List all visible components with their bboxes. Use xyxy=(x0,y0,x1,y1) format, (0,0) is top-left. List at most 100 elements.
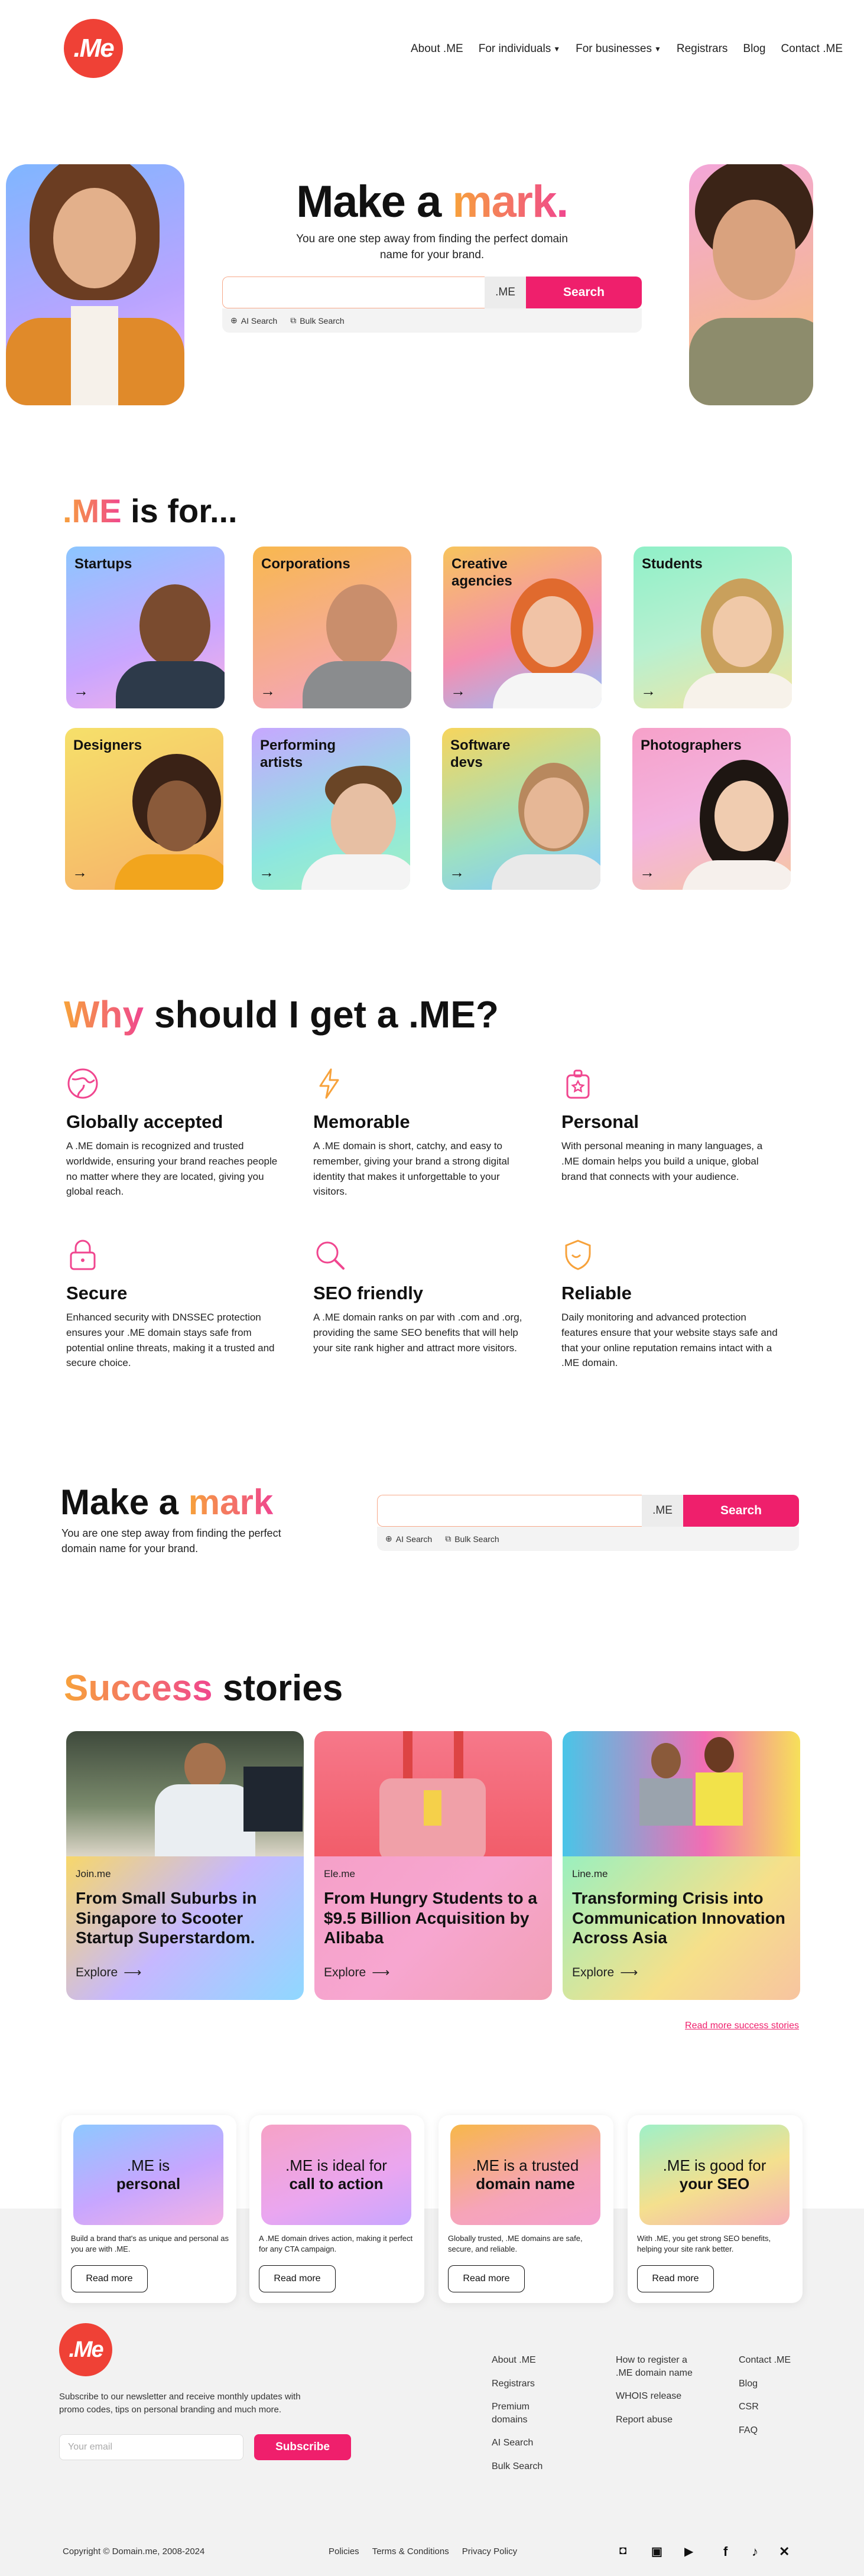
mini-card-banner: .ME is a trusted domain name xyxy=(450,2125,600,2225)
magnifier-icon xyxy=(316,1241,345,1270)
cta-subtitle: You are one step away from finding the p… xyxy=(61,1527,281,1555)
nav-label: Registrars xyxy=(676,43,728,55)
footer-link[interactable]: CSR xyxy=(739,2401,804,2414)
nav-item-about[interactable]: About .ME xyxy=(411,43,463,56)
footer-link[interactable]: Bulk Search xyxy=(492,2460,586,2473)
feature-text: A .ME domain ranks on par with .com and … xyxy=(313,1312,522,1354)
domain-search-input[interactable] xyxy=(222,277,485,308)
audience-card-photographers[interactable]: Photographers → xyxy=(632,728,791,890)
mini-card-text: With .ME, you get strong SEO benefits, h… xyxy=(637,2234,771,2254)
linkedin-icon[interactable]: ▣ xyxy=(651,2544,662,2559)
explore-link[interactable]: Explore ⟶ xyxy=(76,1965,141,1980)
story-card-eleme[interactable]: Ele.me From Hungry Students to a $9.5 Bi… xyxy=(314,1731,552,2000)
read-more-button[interactable]: Read more xyxy=(259,2265,336,2292)
domain-search-input[interactable] xyxy=(377,1495,642,1527)
long-arrow-icon: ⟶ xyxy=(124,1966,142,1979)
face-shape xyxy=(713,200,795,300)
story-photo xyxy=(563,1731,800,1856)
footer-link[interactable]: WHOIS release xyxy=(616,2390,704,2403)
section-title-me-is-for: .ME is for... xyxy=(63,492,238,530)
title-rest: Make a xyxy=(60,1482,189,1522)
explore-link[interactable]: Explore ⟶ xyxy=(324,1965,389,1980)
explore-link[interactable]: Explore ⟶ xyxy=(572,1965,638,1980)
footer-link[interactable]: How to register a .ME domain name xyxy=(616,2354,704,2379)
feature-secure: Secure Enhanced security with DNSSEC pro… xyxy=(66,1238,285,1371)
ai-search-link[interactable]: ⊕ AI Search xyxy=(230,316,277,326)
nav-item-blog[interactable]: Blog xyxy=(743,43,765,56)
nav-item-individuals[interactable]: For individuals ▼ xyxy=(479,43,560,56)
footer-link[interactable]: FAQ xyxy=(739,2424,804,2437)
audience-card-corporations[interactable]: Corporations → xyxy=(253,547,411,708)
arrow-right-icon: → xyxy=(72,863,87,881)
mini-card-text: Build a brand that's as unique and perso… xyxy=(71,2234,229,2254)
explore-label: Explore xyxy=(76,1965,118,1979)
copyright: Copyright © Domain.me, 2008-2024 xyxy=(63,2546,205,2557)
nav-item-contact[interactable]: Contact .ME xyxy=(781,43,843,56)
footer-logo[interactable]: .Me xyxy=(59,2323,112,2376)
arrow-right-icon: → xyxy=(259,863,274,881)
footer-link[interactable]: Contact .ME xyxy=(739,2354,804,2367)
search-button[interactable]: Search xyxy=(526,277,642,308)
bulk-search-link[interactable]: ⧉ Bulk Search xyxy=(290,316,344,326)
mini-card-line1: .ME is good for xyxy=(662,2156,766,2174)
mini-card-line2: domain name xyxy=(476,2175,575,2193)
arrow-right-icon: → xyxy=(260,682,275,700)
audience-card-students[interactable]: Students → xyxy=(634,547,792,708)
footer-link[interactable]: AI Search xyxy=(492,2437,586,2450)
bulk-search-link[interactable]: ⧉ Bulk Search xyxy=(445,1534,499,1544)
feature-memorable: Memorable A .ME domain is short, catchy,… xyxy=(313,1067,532,1199)
legal-link-policies[interactable]: Policies xyxy=(329,2546,359,2557)
footer-link[interactable]: About .ME xyxy=(492,2354,586,2367)
youtube-icon[interactable]: ▶ xyxy=(684,2544,693,2559)
read-more-button[interactable]: Read more xyxy=(71,2265,148,2292)
chevron-down-icon: ▼ xyxy=(654,45,661,53)
story-card-lineme[interactable]: Line.me Transforming Crisis into Communi… xyxy=(563,1731,800,2000)
footer-link[interactable]: Blog xyxy=(739,2377,804,2390)
read-more-stories-link[interactable]: Read more success stories xyxy=(591,2021,799,2031)
ai-icon: ⊕ xyxy=(230,316,238,325)
search-button[interactable]: Search xyxy=(683,1495,799,1527)
tiktok-icon[interactable]: ♪ xyxy=(752,2544,758,2559)
arrow-right-icon: → xyxy=(450,682,466,700)
person-photo xyxy=(109,754,223,890)
nav-item-businesses[interactable]: For businesses ▼ xyxy=(576,43,661,56)
read-more-button[interactable]: Read more xyxy=(448,2265,525,2292)
shirt-shape xyxy=(71,306,118,405)
read-more-button[interactable]: Read more xyxy=(637,2265,714,2292)
audience-card-designers[interactable]: Designers → xyxy=(65,728,223,890)
audience-card-startups[interactable]: Startups → xyxy=(66,547,225,708)
nav-item-registrars[interactable]: Registrars xyxy=(677,43,728,56)
mini-card-personal: .ME is personal Build a brand that's as u… xyxy=(61,2115,236,2303)
footer-link[interactable]: Premium domains xyxy=(492,2401,545,2426)
story-site: Line.me xyxy=(572,1868,608,1879)
footer-links-col1: About .ME Registrars Premium domains AI … xyxy=(492,2354,586,2484)
footer-links-col2: How to register a .ME domain name WHOIS … xyxy=(616,2354,704,2437)
feature-text: Enhanced security with DNSSEC protection… xyxy=(66,1312,275,1369)
title-accent: Success xyxy=(64,1668,213,1709)
instagram-icon[interactable]: ◘ xyxy=(619,2544,626,2558)
card-label: Photographers xyxy=(641,737,742,753)
hero-title-part: Make a xyxy=(296,177,453,227)
card-label: Software devs xyxy=(450,737,511,770)
lock-icon xyxy=(70,1240,96,1270)
feature-reliable: Reliable Daily monitoring and advanced p… xyxy=(561,1238,780,1371)
footer-link[interactable]: Registrars xyxy=(492,2377,586,2390)
arrow-right-icon: → xyxy=(73,682,89,700)
explore-label: Explore xyxy=(324,1965,366,1979)
facebook-icon[interactable]: f xyxy=(723,2544,727,2559)
newsletter-email-input[interactable]: Your email xyxy=(59,2434,243,2460)
footer-link[interactable]: Report abuse xyxy=(616,2414,704,2427)
story-body: Ele.me From Hungry Students to a $9.5 Bi… xyxy=(314,1856,552,2000)
story-card-joinme[interactable]: Join.me From Small Suburbs in Singapore … xyxy=(66,1731,304,2000)
audience-card-software-devs[interactable]: Software devs → xyxy=(442,728,600,890)
legal-link-privacy[interactable]: Privacy Policy xyxy=(462,2546,517,2557)
x-icon[interactable]: ✕ xyxy=(779,2544,790,2559)
brand-logo[interactable]: .Me xyxy=(64,19,123,78)
legal-link-terms[interactable]: Terms & Conditions xyxy=(372,2546,449,2557)
audience-card-performing-artists[interactable]: Performing artists → xyxy=(252,728,410,890)
lightning-icon xyxy=(319,1068,339,1099)
ai-search-link[interactable]: ⊕ AI Search xyxy=(385,1534,432,1544)
subscribe-button[interactable]: Subscribe xyxy=(254,2434,351,2460)
audience-card-creative-agencies[interactable]: Creative agencies → xyxy=(443,547,602,708)
long-arrow-icon: ⟶ xyxy=(372,1966,390,1979)
